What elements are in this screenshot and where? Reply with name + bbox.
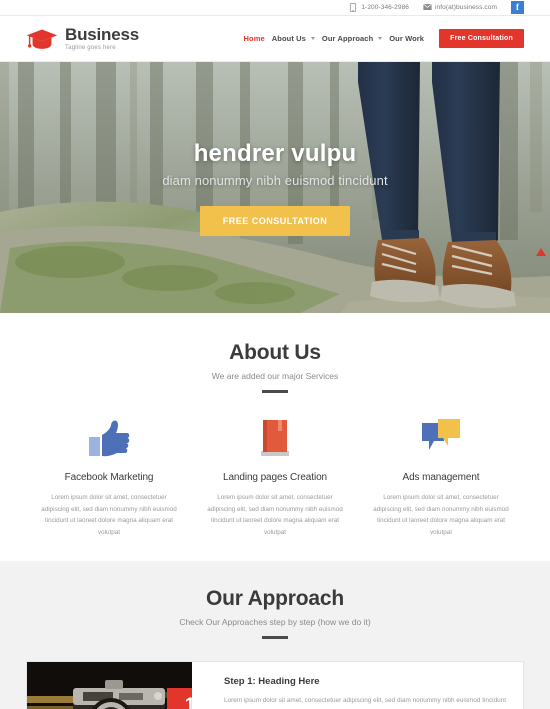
book-icon [204, 417, 346, 459]
hero-title: hendrer vulpu [193, 140, 357, 167]
step-heading: Step 1: Heading Here [224, 675, 320, 687]
chevron-down-icon [378, 37, 383, 40]
card-title: Landing pages Creation [223, 472, 327, 483]
service-card-landing-pages[interactable]: Landing pages Creation Lorem ipsum dolor… [192, 417, 358, 539]
top-contact-bar: 1-200-346-2986 info(at)business.com f [0, 0, 550, 16]
nav-item-our-work[interactable]: Our Work [389, 34, 424, 43]
step-text: Step 1: Heading Here Lorem ipsum dolor s… [192, 662, 523, 709]
free-consultation-button[interactable]: Free Consultation [439, 29, 524, 48]
nav-item-our-approach[interactable]: Our Approach [321, 34, 383, 43]
step-badge: 1 Step [167, 687, 192, 709]
phone-number: 1-200-346-2986 [361, 4, 410, 11]
card-title: Facebook Marketing [64, 472, 154, 483]
email-contact[interactable]: info(at)business.com [423, 3, 497, 12]
hero-subtitle: diam nonummy nibh euismod tincidunt [162, 173, 388, 188]
card-body: Lorem ipsum dolor sit amet, consectetuer… [373, 494, 509, 536]
about-subtitle: We are added our major Services [211, 371, 339, 381]
service-cards: Facebook Marketing Lorem ipsum dolor sit… [26, 417, 524, 539]
approach-title: Our Approach [206, 586, 344, 610]
phone-contact[interactable]: 1-200-346-2986 [349, 3, 409, 12]
step-number: 1 [184, 695, 192, 709]
envelope-icon [423, 3, 432, 12]
thumbs-up-icon [38, 417, 180, 459]
hero-content: hendrer vulpu diam nonummy nibh euismod … [0, 140, 550, 236]
approach-section: Our Approach Check Our Approaches step b… [0, 560, 550, 709]
chevron-down-icon [310, 37, 315, 40]
nav-item-home[interactable]: Home [244, 34, 265, 43]
nav-item-about-us[interactable]: About Us [272, 34, 315, 43]
about-title: About Us [229, 341, 321, 364]
speech-bubbles-icon [370, 417, 512, 459]
service-card-facebook-marketing[interactable]: Facebook Marketing Lorem ipsum dolor sit… [26, 417, 192, 539]
card-title: Ads management [402, 472, 480, 483]
nav-label: Our Work [389, 34, 425, 43]
hero-cta-button[interactable]: FREE CONSULTATION [199, 206, 351, 236]
facebook-glyph: f [516, 2, 519, 12]
card-body: Lorem ipsum dolor sit amet, consectetuer… [41, 494, 177, 536]
email-address: info(at)business.com [435, 4, 497, 11]
step-image: 1 Step [27, 661, 192, 709]
nav-label: About Us [271, 34, 306, 43]
approach-step-1[interactable]: 1 Step Step 1: Heading Here Lorem ipsum … [26, 660, 524, 709]
section-divider [262, 390, 288, 393]
site-header: Business Tagline goes here Home About Us… [0, 16, 550, 62]
scroll-marker-icon[interactable] [536, 248, 546, 256]
nav-label: Our Approach [321, 34, 374, 43]
brand-tagline: Tagline goes here [65, 45, 116, 51]
phone-icon [349, 3, 357, 12]
step-body: Lorem ipsum dolor sit amet, consectetuer… [224, 696, 507, 704]
section-divider [262, 635, 288, 639]
logo[interactable]: Business Tagline goes here [26, 26, 139, 51]
card-body: Lorem ipsum dolor sit amet, consectetuer… [207, 494, 343, 536]
facebook-icon[interactable]: f [511, 1, 524, 14]
brand-name: Business [65, 25, 139, 44]
main-navigation: Home About Us Our Approach Our Work Free… [244, 29, 524, 48]
approach-subtitle: Check Our Approaches step by step (how w… [179, 616, 371, 627]
about-section: About Us We are added our major Services… [0, 313, 550, 561]
graduation-cap-icon [26, 27, 58, 51]
hero-section: hendrer vulpu diam nonummy nibh euismod … [0, 62, 550, 313]
landing-page: 1-200-346-2986 info(at)business.com f Bu… [0, 0, 550, 709]
nav-label: Home [243, 34, 265, 43]
service-card-ads-management[interactable]: Ads management Lorem ipsum dolor sit ame… [358, 417, 524, 539]
